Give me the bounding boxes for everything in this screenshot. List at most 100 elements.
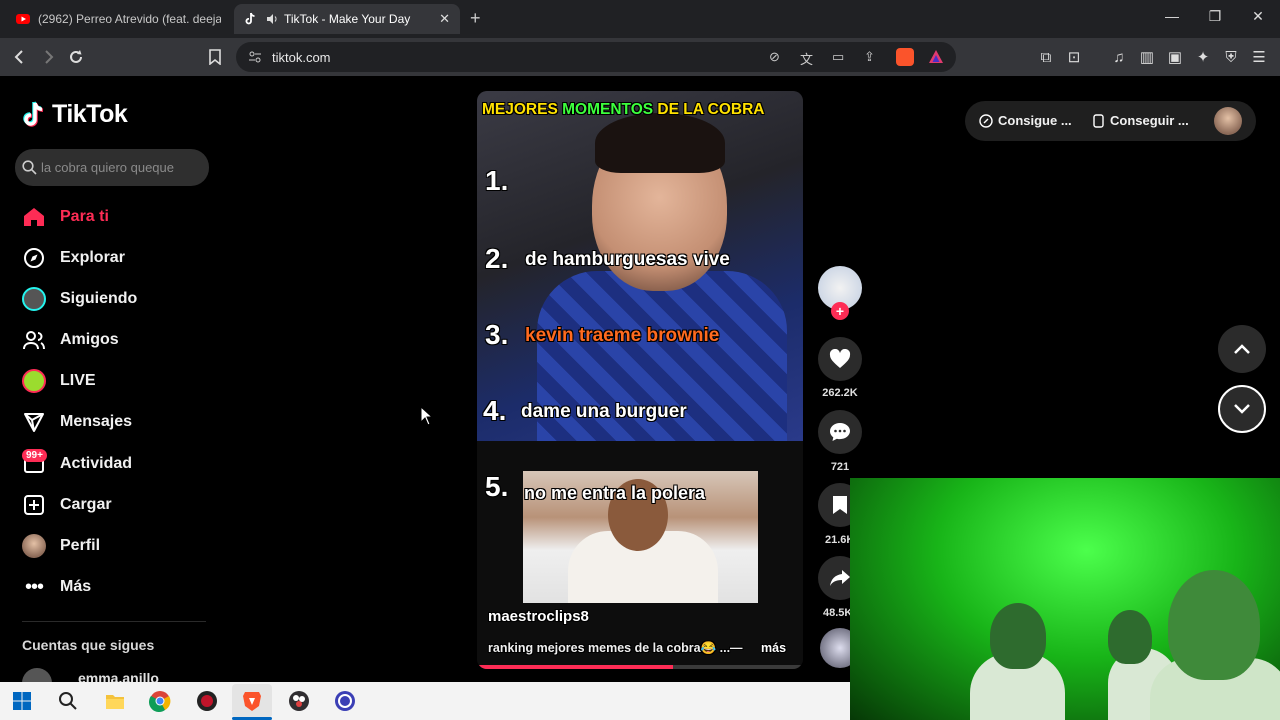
video-title: MEJORES MOMENTOS DE LA COBRA (482, 101, 764, 119)
rank-number: 4. (483, 395, 507, 426)
title-part: MEJORES (482, 101, 563, 118)
get-app-button[interactable]: Conseguir ... (1093, 113, 1189, 128)
nav-label: Siguiendo (60, 290, 138, 307)
logo-text: TikTok (52, 100, 128, 128)
tiktok-logo[interactable]: TikTok (22, 100, 128, 129)
next-video-button[interactable] (1218, 385, 1266, 433)
browser-toolbar: tiktok.com ⊘ 文 ▭ ⇪ ⧉ ⊡ ♫ ▥ ▣ ✦ ⛨ ☰ (0, 38, 1280, 76)
like-count: 262.2K (822, 387, 858, 399)
nav-item-para-ti[interactable]: Para ti (22, 204, 109, 230)
bookmark-icon (833, 496, 847, 514)
following-accounts-title: Cuentas que sigues (22, 637, 155, 653)
media-control-icon[interactable]: ♫ (1109, 47, 1129, 67)
bookmark-icon[interactable] (205, 47, 225, 67)
nav-label: Actividad (60, 455, 133, 472)
app-circle-icon[interactable] (333, 689, 357, 713)
nav-label: Más (60, 578, 92, 595)
comment-button[interactable] (818, 410, 862, 454)
webcam-person-head (1168, 570, 1260, 680)
avatar[interactable] (1214, 107, 1242, 135)
share-arrow-icon (830, 570, 850, 586)
search-box[interactable]: la cobra quiero queque (15, 149, 209, 186)
app-red-icon[interactable] (195, 689, 219, 713)
file-explorer-icon[interactable] (103, 689, 127, 713)
vpn-icon[interactable]: ⛨ (1221, 47, 1241, 67)
nav-item-perfil[interactable]: Perfil (22, 533, 100, 559)
comment-count: 721 (830, 461, 850, 473)
tab-youtube[interactable]: (2962) Perreo Atrevido (feat. deejay b (6, 4, 231, 34)
new-tab-icon[interactable]: + (470, 8, 481, 29)
home-icon (22, 205, 46, 229)
forward-icon[interactable] (38, 47, 58, 67)
nav-item-explorar[interactable]: Explorar (22, 245, 125, 271)
share-count: 48.5K (823, 607, 851, 619)
extensions-icon[interactable]: ⧉ (1036, 47, 1056, 67)
speaker-icon[interactable] (266, 13, 278, 25)
reload-icon[interactable] (66, 47, 86, 67)
get-coins-label: Consigue ... (998, 113, 1072, 128)
video-description: ranking mejores memes de la cobra😂 ...— (488, 641, 743, 655)
brave-shields-icon[interactable] (896, 48, 914, 66)
profile-avatar-icon (22, 534, 46, 558)
tiktok-logo-icon (23, 101, 44, 127)
more-icon: ••• (24, 575, 44, 598)
heart-icon (829, 349, 851, 368)
share-icon[interactable]: ⇪ (864, 49, 875, 65)
leo-ai-icon[interactable]: ✦ (1193, 47, 1213, 67)
translate-icon[interactable]: 文 (800, 49, 813, 68)
nav-item-live[interactable]: LIVE (22, 368, 96, 394)
menu-icon[interactable]: ☰ (1249, 47, 1269, 67)
close-tab-icon[interactable]: ✕ (439, 11, 450, 27)
video-progress-bar[interactable] (477, 665, 803, 669)
tab-search-icon[interactable]: ⊡ (1064, 47, 1084, 67)
rank-number: 1. (485, 165, 509, 196)
sidebar-toggle-icon[interactable]: ▥ (1137, 47, 1157, 67)
close-window-icon[interactable]: ✕ (1248, 8, 1268, 25)
wallet-icon[interactable]: ▣ (1165, 47, 1185, 67)
webcam-overlay (850, 478, 1280, 720)
rank-caption: de hamburguesas vive (525, 249, 730, 270)
chrome-icon[interactable] (148, 689, 172, 713)
follow-plus-icon[interactable]: + (831, 302, 849, 320)
title-part: DE LA COBRA (657, 101, 765, 118)
url-text: tiktok.com (272, 50, 331, 65)
video-author[interactable]: maestroclips8 (488, 608, 589, 625)
friends-icon (22, 328, 46, 352)
rank-caption: kevin traeme brownie (525, 325, 720, 346)
address-bar[interactable]: tiktok.com ⊘ 文 ▭ ⇪ (236, 42, 956, 72)
nav-item-amigos[interactable]: Amigos (22, 327, 119, 353)
get-coins-button[interactable]: Consigue ... (979, 113, 1072, 128)
video-player[interactable]: MEJORES MOMENTOS DE LA COBRA 1. 2. de ha… (477, 91, 803, 669)
nav-item-mensajes[interactable]: Mensajes (22, 409, 132, 435)
more-link[interactable]: más (761, 641, 786, 655)
like-button[interactable] (818, 337, 862, 381)
minimize-icon[interactable]: — (1162, 8, 1182, 24)
obs-icon[interactable] (287, 689, 311, 713)
cast-icon[interactable]: ▭ (832, 49, 844, 65)
browser-tab-bar: (2962) Perreo Atrevido (feat. deejay b T… (0, 0, 1280, 38)
send-icon (22, 410, 46, 434)
coin-icon (979, 113, 993, 128)
previous-video-button[interactable] (1218, 325, 1266, 373)
nav-label: Perfil (60, 537, 101, 554)
windows-start-icon[interactable] (10, 689, 34, 713)
live-icon (22, 369, 46, 393)
no-autoplay-icon[interactable]: ⊘ (769, 49, 780, 65)
brave-rewards-icon[interactable] (928, 49, 944, 65)
search-input[interactable]: la cobra quiero queque (41, 160, 174, 175)
back-icon[interactable] (10, 47, 30, 67)
nav-item-cargar[interactable]: Cargar (22, 492, 112, 518)
webcam-person-head (990, 603, 1046, 669)
brave-browser-icon[interactable] (240, 689, 264, 713)
tiktok-icon (245, 12, 255, 25)
restore-icon[interactable]: ❐ (1205, 8, 1225, 25)
rank-number: 3. (485, 319, 509, 350)
tab-title: (2962) Perreo Atrevido (feat. deejay b (38, 12, 221, 26)
video-progress-fill (477, 665, 673, 669)
nav-item-mas[interactable]: ••• Más (22, 574, 91, 600)
tab-tiktok[interactable]: TikTok - Make Your Day ✕ (234, 4, 460, 34)
nav-item-siguiendo[interactable]: Siguiendo (22, 286, 137, 312)
search-icon[interactable] (22, 160, 37, 175)
site-settings-icon[interactable] (248, 50, 262, 64)
search-icon[interactable] (56, 689, 80, 713)
